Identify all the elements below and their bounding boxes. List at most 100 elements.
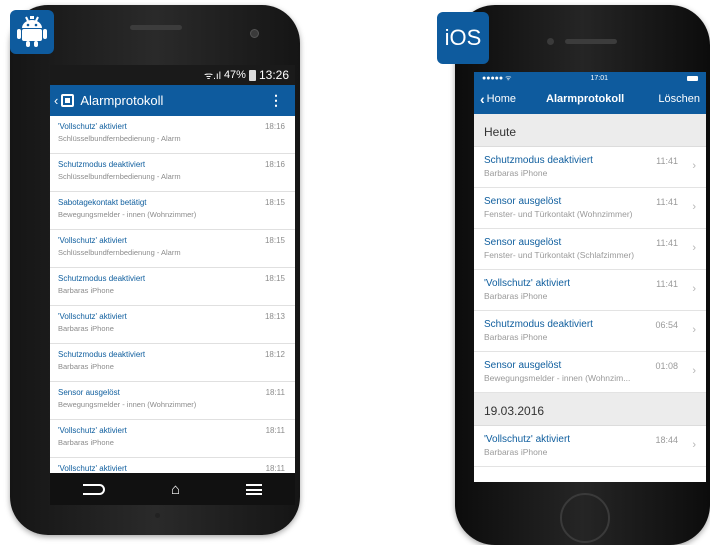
list-item[interactable]: Sensor ausgelöst Fenster- und Türkontakt…: [474, 229, 706, 270]
chevron-right-icon: ›: [692, 283, 696, 295]
item-title: Schutzmodus deaktiviert: [58, 160, 146, 169]
ios-status-bar: ●●●●● ᯤ 17:01: [474, 72, 706, 84]
list-item[interactable]: Schutzmodus deaktiviert Barbaras iPhone …: [474, 311, 706, 352]
android-nav-bar: ⌂: [50, 473, 295, 505]
list-item[interactable]: Sensor ausgelöst Bewegungsmelder - innen…: [474, 352, 706, 393]
item-time: 06:54: [655, 320, 678, 330]
item-title: Sensor ausgelöst: [58, 388, 120, 397]
item-time: 11:41: [656, 156, 678, 166]
item-time: 18:15: [264, 198, 285, 207]
status-time: 13:26: [258, 68, 289, 82]
item-subtitle: Schlüsselbundfernbedienung - Alarm: [58, 172, 181, 181]
list-item[interactable]: 'Vollschutz' aktiviert Barbaras iPhone 1…: [50, 420, 295, 458]
list-item[interactable]: 'Vollschutz' aktiviert Barbaras iPhone 1…: [474, 426, 706, 467]
item-subtitle: Barbaras iPhone: [484, 447, 548, 457]
item-subtitle: Bewegungsmelder - innen (Wohnzimmer): [58, 400, 197, 409]
android-badge: [10, 10, 54, 54]
item-time: 18:12: [264, 350, 285, 359]
item-subtitle: Barbaras iPhone: [484, 332, 548, 342]
item-title: 'Vollschutz' aktiviert: [58, 236, 127, 245]
item-title: 'Vollschutz' aktiviert: [58, 464, 127, 473]
list-item[interactable]: 'Vollschutz' aktiviert Schlüsselbundfern…: [50, 230, 295, 268]
chevron-right-icon: ›: [692, 365, 696, 377]
page-title: Alarmprotokoll: [80, 93, 164, 108]
android-robot-icon: [17, 16, 47, 47]
list-item[interactable]: Schutzmodus deaktiviert Barbaras iPhone …: [474, 147, 706, 188]
item-time: 18:13: [264, 312, 285, 321]
list-item[interactable]: Schutzmodus deaktiviert Schlüsselbundfer…: [50, 154, 295, 192]
back-chevron-icon[interactable]: ‹: [54, 93, 58, 108]
ios-badge-label: iOS: [444, 25, 482, 50]
list-item[interactable]: Schutzmodus deaktiviert Barbaras iPhone …: [50, 344, 295, 382]
front-camera: [250, 29, 259, 38]
item-title: 'Vollschutz' aktiviert: [484, 278, 571, 289]
list-item[interactable]: Sabotagekontakt betätigt Bewegungsmelder…: [50, 192, 295, 230]
item-time: 18:44: [655, 435, 678, 445]
chevron-right-icon: ›: [692, 160, 696, 172]
item-time: 11:41: [656, 238, 678, 248]
item-subtitle: Barbaras iPhone: [58, 324, 114, 333]
battery-icon: [248, 69, 256, 81]
nav-menu-icon[interactable]: [245, 483, 262, 495]
chevron-right-icon: ›: [692, 242, 696, 254]
speaker-grille: [565, 39, 617, 44]
item-subtitle: Barbaras iPhone: [58, 286, 114, 295]
signal-icon: ᯤ.ıl: [204, 71, 221, 82]
list-item[interactable]: Sensor ausgelöst Fenster- und Türkontakt…: [474, 188, 706, 229]
item-subtitle: Schlüsselbundfernbedienung - Alarm: [58, 248, 181, 257]
proximity-sensor: [155, 513, 160, 518]
home-button[interactable]: [560, 493, 610, 543]
item-subtitle: Barbaras iPhone: [58, 362, 114, 371]
back-chevron-icon[interactable]: ‹: [480, 91, 485, 107]
alarm-log-list: 'Vollschutz' aktiviert Schlüsselbundfern…: [50, 116, 295, 496]
item-title: 'Vollschutz' aktiviert: [484, 434, 571, 445]
item-time: 18:11: [265, 388, 285, 397]
section-header: 19.03.2016: [474, 393, 706, 426]
chevron-right-icon: ›: [692, 324, 696, 336]
nav-home-icon[interactable]: ⌂: [171, 481, 180, 498]
ios-nav-bar: ‹ Home Alarmprotokoll Löschen: [474, 84, 706, 114]
item-subtitle: Barbaras iPhone: [484, 168, 548, 178]
item-title: Sensor ausgelöst: [484, 237, 562, 248]
chevron-right-icon: ›: [692, 201, 696, 213]
nav-back-icon[interactable]: [82, 483, 105, 495]
item-title: 'Vollschutz' aktiviert: [58, 312, 127, 321]
item-time: 11:41: [656, 197, 678, 207]
item-subtitle: Fenster- und Türkontakt (Wohnzimmer): [484, 209, 633, 219]
android-status-bar: ᯤ.ıl 47% 13:26: [50, 65, 295, 85]
item-time: 18:11: [265, 426, 285, 435]
status-time: 17:01: [590, 74, 608, 82]
item-subtitle: Fenster- und Türkontakt (Schlafzimmer): [484, 250, 635, 260]
page-title: Alarmprotokoll: [546, 93, 625, 105]
item-time: 18:15: [264, 236, 285, 245]
item-time: 11:41: [656, 279, 678, 289]
item-title: 'Vollschutz' aktiviert: [58, 122, 127, 131]
battery-percent: 47%: [223, 69, 246, 81]
app-logo-icon: [61, 94, 75, 107]
item-time: 18:15: [264, 274, 285, 283]
item-title: Schutzmodus deaktiviert: [484, 155, 593, 166]
battery-icon: [686, 75, 698, 81]
back-button[interactable]: Home: [487, 93, 516, 105]
front-camera: [547, 38, 554, 45]
item-subtitle: Bewegungsmelder - innen (Wohnzim...: [484, 373, 631, 383]
list-item[interactable]: Sensor ausgelöst Bewegungsmelder - innen…: [50, 382, 295, 420]
list-item[interactable]: 'Vollschutz' aktiviert Barbaras iPhone 1…: [50, 306, 295, 344]
android-screen: ᯤ.ıl 47% 13:26 ‹ Alarmprotokoll ⋮ 'Volls…: [50, 65, 295, 505]
item-time: 18:16: [264, 160, 285, 169]
item-subtitle: Barbaras iPhone: [58, 438, 114, 447]
more-vert-icon[interactable]: ⋮: [269, 92, 283, 109]
list-item[interactable]: 'Vollschutz' aktiviert Schlüsselbundfern…: [50, 116, 295, 154]
item-time: 01:08: [655, 361, 678, 371]
item-title: Sensor ausgelöst: [484, 196, 562, 207]
item-title: Schutzmodus deaktiviert: [58, 350, 146, 359]
list-item[interactable]: Schutzmodus deaktiviert Barbaras iPhone …: [50, 268, 295, 306]
item-time: 18:11: [265, 464, 285, 473]
list-item[interactable]: 'Vollschutz' aktiviert Barbaras iPhone 1…: [474, 270, 706, 311]
item-title: Schutzmodus deaktiviert: [484, 319, 593, 330]
item-subtitle: Barbaras iPhone: [484, 291, 548, 301]
speaker-grille: [130, 25, 182, 30]
item-title: Sensor ausgelöst: [484, 360, 562, 371]
delete-button[interactable]: Löschen: [658, 93, 700, 105]
chevron-right-icon: ›: [692, 439, 696, 451]
